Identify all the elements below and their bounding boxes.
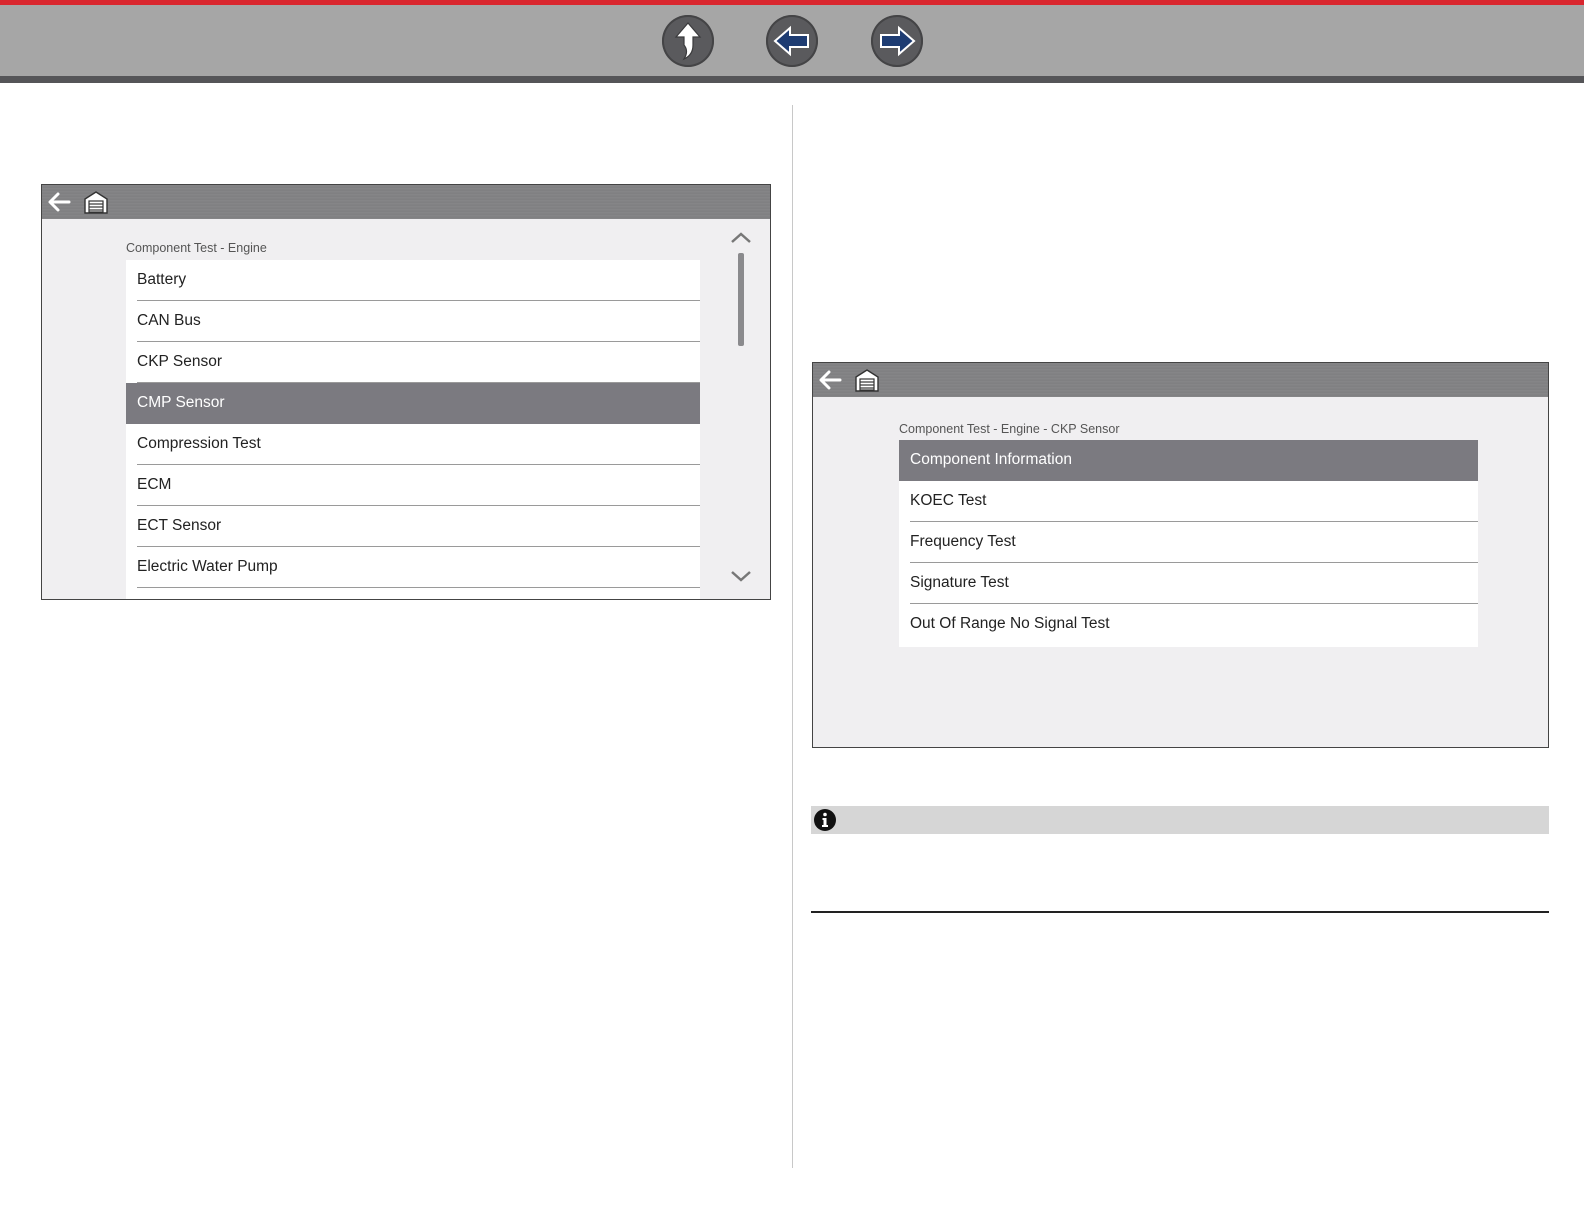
section-rule — [811, 911, 1549, 913]
info-icon — [814, 809, 836, 831]
right-arrow-icon — [880, 25, 916, 57]
screen-ckp-sensor: Component Test - Engine - CKP Sensor Com… — [812, 362, 1549, 748]
home-icon — [84, 191, 108, 214]
chevron-down-icon — [731, 571, 751, 582]
list-item-label: Signature Test — [910, 574, 1009, 591]
list-item-cmp-sensor[interactable]: CMP Sensor — [126, 383, 700, 424]
list-item-can-bus[interactable]: CAN Bus — [126, 301, 700, 342]
chevron-up-icon — [731, 232, 751, 243]
list-item-koec-test[interactable]: KOEC Test — [899, 481, 1478, 522]
list-item-electric-water-pump[interactable]: Electric Water Pump — [126, 547, 700, 588]
nav-bar-bottom-edge — [0, 76, 1584, 83]
list-item-label: CAN Bus — [137, 312, 201, 329]
list-item-label: Out Of Range No Signal Test — [910, 615, 1110, 632]
back-arrow-icon — [819, 370, 842, 390]
list-item-label: Frequency Test — [910, 533, 1016, 550]
list-item-signature-test[interactable]: Signature Test — [899, 563, 1478, 604]
list-item-label: ECT Sensor — [137, 517, 222, 534]
back-button[interactable] — [45, 188, 73, 216]
row-separator — [137, 587, 700, 588]
column-divider — [792, 105, 793, 1168]
list-item-battery[interactable]: Battery — [126, 260, 700, 301]
previous-page-button[interactable] — [766, 15, 818, 67]
list-item-label: KOEC Test — [910, 492, 987, 509]
list-item-label: Battery — [137, 271, 187, 288]
list-item-out-of-range-no-signal-test[interactable]: Out Of Range No Signal Test — [899, 604, 1478, 645]
list-item-label: ECM — [137, 476, 172, 493]
left-arrow-icon — [773, 25, 809, 57]
up-arrow-icon — [674, 22, 702, 61]
screen-header — [42, 185, 770, 219]
component-list: Battery CAN Bus CKP Sensor CMP Sensor Co… — [126, 260, 700, 599]
next-page-button[interactable] — [871, 15, 923, 67]
back-arrow-icon — [48, 192, 71, 212]
scroll-down-button[interactable] — [729, 567, 753, 585]
breadcrumb: Component Test - Engine - CKP Sensor — [899, 422, 1120, 436]
screen-header — [813, 363, 1548, 397]
test-list: Component Information KOEC Test Frequenc… — [899, 440, 1478, 647]
home-icon — [855, 369, 879, 392]
list-item-label: CMP Sensor — [137, 394, 225, 411]
list-item-label: CKP Sensor — [137, 353, 223, 370]
list-item-ckp-sensor[interactable]: CKP Sensor — [126, 342, 700, 383]
top-nav-bar — [0, 0, 1584, 83]
screen-component-test-engine: Component Test - Engine Battery CAN Bus … — [41, 184, 771, 600]
back-button[interactable] — [816, 366, 844, 394]
home-button[interactable] — [82, 188, 110, 216]
accent-line — [0, 0, 1584, 5]
scroll-up-button[interactable] — [729, 229, 753, 247]
list-item-label: Compression Test — [137, 435, 261, 452]
list-item-ecm[interactable]: ECM — [126, 465, 700, 506]
list-item-label: Component Information — [910, 451, 1072, 468]
list-item-label: Electric Water Pump — [137, 558, 278, 575]
list-item-compression-test[interactable]: Compression Test — [126, 424, 700, 465]
home-button[interactable] — [853, 366, 881, 394]
manual-page: Component Test - Engine Battery CAN Bus … — [0, 0, 1584, 1224]
breadcrumb: Component Test - Engine — [126, 241, 267, 255]
list-item-frequency-test[interactable]: Frequency Test — [899, 522, 1478, 563]
up-button[interactable] — [662, 15, 714, 67]
list-item-component-information[interactable]: Component Information — [899, 440, 1478, 481]
scrollbar-thumb[interactable] — [738, 253, 744, 346]
list-item-ect-sensor[interactable]: ECT Sensor — [126, 506, 700, 547]
note-bar — [811, 806, 1549, 834]
